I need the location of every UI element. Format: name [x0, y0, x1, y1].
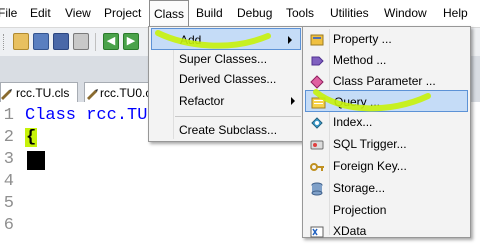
- menu-item-create-subclass[interactable]: Create Subclass...: [149, 119, 303, 141]
- tab-label: rcc.TU0.c: [100, 86, 152, 100]
- menu-debug[interactable]: Debug: [237, 0, 272, 27]
- menu-item-refactor[interactable]: Refactor: [149, 90, 303, 112]
- toolbar-separator: [95, 33, 96, 51]
- menu-item-projection[interactable]: Projection: [303, 199, 470, 221]
- class-file-icon: [86, 86, 98, 100]
- menu-item-add[interactable]: Add: [151, 28, 301, 50]
- class-parameter-icon: [310, 74, 325, 89]
- menu-project[interactable]: Project: [104, 0, 141, 27]
- save-all-icon[interactable]: [53, 33, 69, 50]
- submenu-arrow-icon: [288, 36, 292, 44]
- menu-help[interactable]: Help: [443, 0, 468, 27]
- code-line-class-decl: Class rcc.TU: [25, 106, 148, 125]
- menu-item-foreign-key[interactable]: Foreign Key...: [303, 155, 470, 177]
- menu-item-xdata[interactable]: XData: [303, 220, 470, 242]
- menu-item-label: Storage...: [333, 181, 386, 195]
- print-icon[interactable]: [73, 33, 89, 50]
- menu-item-query[interactable]: Query ...: [305, 90, 468, 112]
- line-number: 1: [3, 106, 14, 125]
- storage-icon: [310, 181, 325, 196]
- submenu-arrow-icon: [291, 97, 295, 105]
- menu-item-label: Projection: [333, 203, 387, 217]
- foreign-key-icon: [310, 159, 325, 173]
- menu-item-label: Refactor: [179, 94, 225, 108]
- code-line-open-brace: {: [25, 128, 38, 147]
- method-icon: [310, 53, 325, 67]
- text-cursor: [27, 151, 45, 170]
- menu-build[interactable]: Build: [196, 0, 223, 27]
- add-submenu: Property ... Method ... Class Parameter …: [302, 26, 471, 238]
- tab-rcc-tu0[interactable]: rcc.TU0.c: [84, 82, 152, 102]
- menu-tools[interactable]: Tools: [286, 0, 314, 27]
- menu-item-derived-classes[interactable]: Derived Classes...: [149, 68, 303, 90]
- back-icon[interactable]: ◀: [103, 33, 119, 50]
- menu-item-property[interactable]: Property ...: [303, 28, 470, 50]
- menu-window[interactable]: Window: [384, 0, 427, 27]
- menu-bar: File Edit View Project Class Build Debug…: [0, 0, 480, 27]
- menu-item-index[interactable]: Index...: [303, 111, 470, 133]
- menu-item-super-classes[interactable]: Super Classes...: [149, 48, 303, 70]
- menu-utilities[interactable]: Utilities: [330, 0, 369, 27]
- menu-item-label: Derived Classes...: [179, 72, 277, 86]
- line-number: 6: [3, 216, 14, 235]
- brace-match-highlight: {: [25, 128, 38, 147]
- save-icon[interactable]: [33, 33, 49, 50]
- line-number: 3: [3, 150, 14, 169]
- class-menu: Add Super Classes... Derived Classes... …: [148, 26, 304, 142]
- menu-item-label: Query ...: [334, 95, 381, 109]
- index-icon: [310, 115, 325, 129]
- tab-label: rcc.TU.cls: [16, 86, 70, 100]
- toolbar-grip: [3, 34, 6, 50]
- menu-item-label: Class Parameter ...: [333, 74, 436, 88]
- menu-item-method[interactable]: Method ...: [303, 49, 470, 71]
- menu-item-label: Method ...: [333, 53, 387, 67]
- tab-rcc-tu-cls[interactable]: rcc.TU.cls: [0, 82, 78, 102]
- menu-item-label: Create Subclass...: [179, 123, 278, 137]
- menu-view[interactable]: View: [65, 0, 91, 27]
- menu-item-sql-trigger[interactable]: SQL Trigger...: [303, 133, 470, 155]
- forward-icon[interactable]: ▶: [123, 33, 139, 50]
- line-number: 5: [3, 194, 14, 213]
- line-number: 2: [3, 128, 14, 147]
- menu-edit[interactable]: Edit: [30, 0, 51, 27]
- query-icon: [311, 95, 326, 109]
- menu-item-label: Super Classes...: [179, 52, 268, 66]
- menu-item-label: SQL Trigger...: [333, 137, 407, 151]
- menu-item-storage[interactable]: Storage...: [303, 177, 470, 199]
- menu-item-class-parameter[interactable]: Class Parameter ...: [303, 70, 470, 92]
- xdata-icon: [310, 224, 325, 238]
- line-number: 4: [3, 172, 14, 191]
- menu-item-label: Property ...: [333, 32, 392, 46]
- sql-trigger-icon: [310, 137, 325, 151]
- class-file-icon: [0, 86, 12, 100]
- property-icon: [310, 32, 325, 46]
- menu-class[interactable]: Class: [149, 0, 189, 27]
- menu-item-label: Index...: [333, 115, 373, 129]
- open-folder-icon[interactable]: [13, 33, 29, 50]
- menu-item-label: XData: [333, 224, 367, 238]
- menu-item-label: Foreign Key...: [333, 159, 407, 173]
- menu-separator: [175, 116, 301, 117]
- menu-file[interactable]: File: [0, 0, 17, 27]
